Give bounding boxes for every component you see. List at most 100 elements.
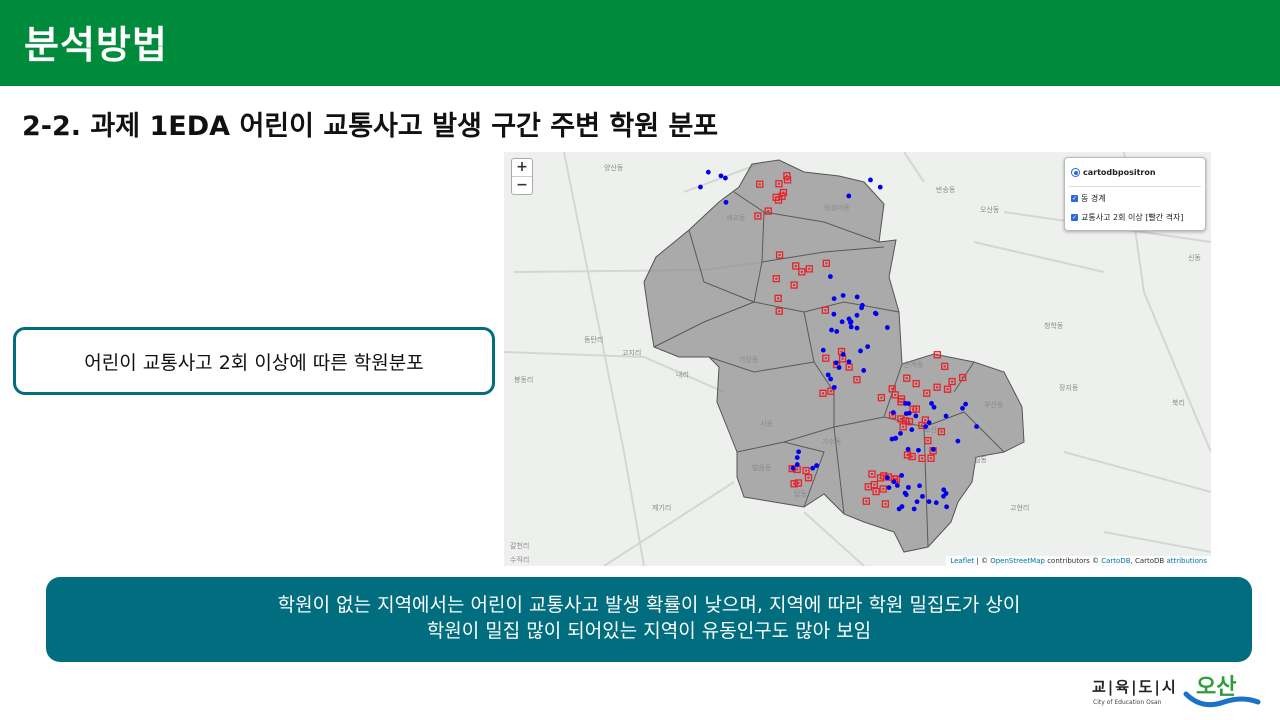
academy-point bbox=[859, 305, 864, 311]
academy-point bbox=[718, 173, 724, 179]
academy-point bbox=[905, 446, 911, 452]
base-layer-option[interactable]: cartodbpositron bbox=[1071, 168, 1156, 177]
academy-point bbox=[903, 411, 909, 416]
academy-point bbox=[840, 293, 846, 298]
accident-grid-center bbox=[807, 476, 810, 479]
zoom-out-button[interactable]: − bbox=[512, 177, 532, 194]
accident-grid-center bbox=[891, 387, 894, 390]
map-place-label: 가수동 bbox=[822, 437, 842, 446]
accident-grid-center bbox=[961, 376, 964, 379]
academy-point bbox=[963, 401, 969, 407]
accident-grid-center bbox=[879, 476, 882, 479]
academy-point bbox=[960, 405, 965, 411]
accident-grid-center bbox=[951, 380, 954, 383]
header-bar: 분석방법 bbox=[0, 0, 1280, 86]
map-attribution: Leaflet | © OpenStreetMap contributors ©… bbox=[946, 556, 1211, 566]
leaflet-link[interactable]: Leaflet bbox=[950, 557, 974, 565]
academy-point bbox=[848, 320, 853, 325]
checkbox-checked-icon[interactable]: ✓ bbox=[1071, 214, 1078, 221]
academy-point bbox=[906, 484, 911, 490]
map-place-label: 수직리 bbox=[510, 555, 529, 564]
zoom-in-button[interactable]: + bbox=[512, 159, 532, 177]
map-place-label: 내리 bbox=[676, 370, 689, 379]
accident-grid-center bbox=[778, 310, 781, 313]
map-place-label: 부산동 bbox=[984, 400, 1004, 409]
logo-text: 교|육|도|시 bbox=[1092, 678, 1178, 696]
map-place-label: 동탄리 bbox=[584, 335, 603, 344]
academy-point bbox=[839, 319, 845, 325]
overlay-boundary-label: 동 경계 bbox=[1081, 194, 1106, 203]
academy-point bbox=[885, 475, 890, 481]
map-place-label: 외삼미동 bbox=[824, 203, 850, 212]
academy-point bbox=[877, 184, 883, 190]
base-layer-label: cartodbpositron bbox=[1083, 168, 1156, 177]
map-place-label: 은계동 bbox=[904, 360, 924, 369]
academy-point bbox=[913, 413, 919, 419]
accident-grid-center bbox=[821, 392, 824, 395]
overlay-boundary-option[interactable]: ✓ 동 경계 bbox=[1071, 193, 1106, 204]
overlay-accident-option[interactable]: ✓ 교통사고 2회 이상 [빨간 격자] bbox=[1071, 212, 1183, 223]
academy-point bbox=[902, 490, 908, 496]
academy-point bbox=[831, 296, 837, 302]
accident-grid-center bbox=[925, 392, 928, 395]
attributions-link[interactable]: attributions bbox=[1166, 557, 1207, 565]
academy-point bbox=[886, 485, 892, 491]
accident-grid-center bbox=[865, 500, 868, 503]
accident-grid-center bbox=[777, 182, 780, 185]
academy-point bbox=[873, 311, 879, 317]
overlay-accident-label: 교통사고 2회 이상 [빨간 격자] bbox=[1081, 213, 1184, 222]
logo-subtitle: City of Education Osan bbox=[1093, 699, 1162, 706]
academy-point bbox=[955, 438, 961, 444]
accident-grid-center bbox=[936, 386, 939, 389]
map-place-label: 양산동 bbox=[604, 163, 624, 172]
academy-point bbox=[829, 327, 834, 333]
accident-grid-center bbox=[756, 214, 759, 217]
radio-selected-icon[interactable] bbox=[1071, 168, 1080, 177]
map-place-label: 제기리 bbox=[652, 503, 671, 512]
map-place-label: 신동 bbox=[1188, 253, 1201, 262]
academy-point bbox=[846, 359, 852, 365]
road-line bbox=[1103, 531, 1211, 553]
academy-point bbox=[899, 504, 905, 509]
academy-point bbox=[891, 479, 897, 485]
academy-point bbox=[723, 199, 729, 205]
accident-grid-center bbox=[855, 378, 858, 381]
academy-point bbox=[944, 504, 949, 510]
academy-point bbox=[930, 446, 936, 452]
academy-point bbox=[923, 424, 929, 430]
accident-grid-center bbox=[824, 357, 827, 360]
accident-grid-center bbox=[943, 365, 946, 368]
accident-grid-center bbox=[902, 425, 905, 428]
accident-grid-center bbox=[778, 254, 781, 257]
map-place-label: 궐동 bbox=[974, 455, 987, 464]
accident-grid-center bbox=[777, 297, 780, 300]
osan-logo-icon: 오산 bbox=[1183, 675, 1261, 708]
academy-point bbox=[825, 372, 831, 378]
accident-grid-center bbox=[758, 183, 761, 186]
academy-point bbox=[926, 499, 932, 505]
academy-point bbox=[698, 184, 703, 190]
osm-link[interactable]: OpenStreetMap bbox=[990, 557, 1045, 565]
map-caption-box: 어린이 교통사고 2회 이상에 따른 학원분포 bbox=[13, 327, 495, 395]
section-subtitle: 2-2. 과제 1EDA 어린이 교통사고 발생 구간 주변 학원 분포 bbox=[22, 111, 719, 142]
academy-point bbox=[941, 487, 947, 493]
accident-grid-center bbox=[900, 397, 903, 400]
summary-line-2: 학원이 밀집 많이 되어있는 지역이 유동인구도 많아 보임 bbox=[426, 620, 872, 642]
checkbox-checked-icon[interactable]: ✓ bbox=[1071, 195, 1078, 202]
academy-point bbox=[933, 500, 939, 506]
academy-point bbox=[828, 376, 834, 382]
map-place-label: 벌음동 bbox=[752, 463, 772, 472]
accident-grid-center bbox=[805, 469, 808, 472]
academy-point bbox=[858, 348, 863, 354]
accident-grid-center bbox=[940, 430, 943, 433]
academy-point bbox=[890, 410, 896, 415]
accident-grid-center bbox=[781, 195, 784, 198]
carto-link[interactable]: CartoDB bbox=[1101, 557, 1130, 565]
accident-grid-center bbox=[894, 393, 897, 396]
accident-grid-center bbox=[793, 284, 796, 287]
accident-grid-center bbox=[870, 473, 873, 476]
map-panel[interactable]: 양산동 세교동 외삼미동 반송동 오산동 신동 고지리 내리 가장동 봉동리 청학동 장지동 북리 서동 부… bbox=[504, 152, 1211, 566]
accident-grid-center bbox=[884, 502, 887, 505]
accident-grid-center bbox=[915, 408, 918, 411]
academy-point bbox=[920, 493, 925, 499]
